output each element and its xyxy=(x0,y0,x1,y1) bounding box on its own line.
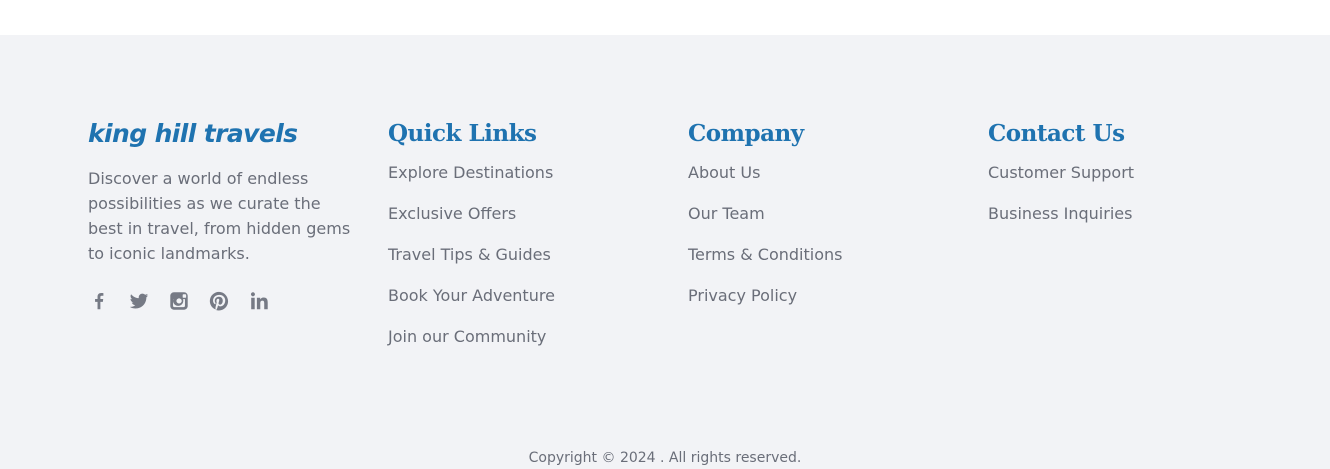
footer-link-travel-tips[interactable]: Travel Tips & Guides xyxy=(388,245,551,265)
facebook-icon[interactable] xyxy=(88,290,110,312)
footer-contact-column: Contact Us Customer Support Business Inq… xyxy=(988,119,1258,245)
footer-link-explore-destinations[interactable]: Explore Destinations xyxy=(388,163,553,183)
contact-links-list: Customer Support Business Inquiries xyxy=(988,163,1258,245)
footer-link-join-community[interactable]: Join our Community xyxy=(388,327,546,347)
contact-title: Contact Us xyxy=(988,120,1125,147)
footer-quick-links-column: Quick Links Explore Destinations Exclusi… xyxy=(388,119,658,368)
instagram-icon[interactable] xyxy=(168,290,190,312)
company-links-list: About Us Our Team Terms & Conditions Pri… xyxy=(688,163,958,327)
copyright-text: Copyright © 2024 . All rights reserved. xyxy=(528,450,802,466)
brand-logo-text[interactable]: king hill travels xyxy=(88,119,353,149)
site-footer: king hill travels Discover a world of en… xyxy=(0,35,1330,469)
footer-brand-column: king hill travels Discover a world of en… xyxy=(88,119,353,312)
footer-link-about-us[interactable]: About Us xyxy=(688,163,760,183)
footer-link-exclusive-offers[interactable]: Exclusive Offers xyxy=(388,204,516,224)
company-title: Company xyxy=(688,120,804,147)
footer-link-terms[interactable]: Terms & Conditions xyxy=(688,245,842,265)
twitter-icon[interactable] xyxy=(128,290,150,312)
pinterest-icon[interactable] xyxy=(208,290,230,312)
footer-link-book-adventure[interactable]: Book Your Adventure xyxy=(388,286,555,306)
linkedin-icon[interactable] xyxy=(248,290,270,312)
page-top-area xyxy=(0,0,1330,35)
footer-company-column: Company About Us Our Team Terms & Condit… xyxy=(688,119,958,327)
quick-links-title: Quick Links xyxy=(388,120,537,147)
footer-link-business-inquiries[interactable]: Business Inquiries xyxy=(988,204,1132,224)
brand-description: Discover a world of endless possibilitie… xyxy=(88,169,351,263)
social-links xyxy=(88,290,353,312)
footer-link-customer-support[interactable]: Customer Support xyxy=(988,163,1134,183)
quick-links-list: Explore Destinations Exclusive Offers Tr… xyxy=(388,163,658,368)
footer-link-privacy[interactable]: Privacy Policy xyxy=(688,286,797,306)
footer-link-our-team[interactable]: Our Team xyxy=(688,204,765,224)
